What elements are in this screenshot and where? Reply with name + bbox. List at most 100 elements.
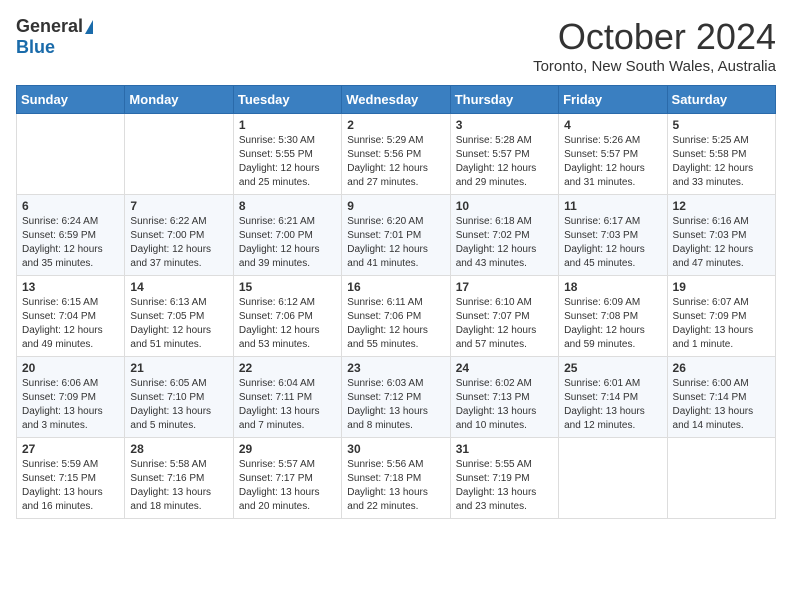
day-info: Sunrise: 6:04 AM Sunset: 7:11 PM Dayligh…	[239, 377, 336, 433]
day-number: 22	[239, 361, 336, 375]
day-info: Sunrise: 6:17 AM Sunset: 7:03 PM Dayligh…	[564, 215, 661, 271]
day-info: Sunrise: 6:03 AM Sunset: 7:12 PM Dayligh…	[347, 377, 444, 433]
day-info: Sunrise: 6:01 AM Sunset: 7:14 PM Dayligh…	[564, 377, 661, 433]
calendar-week-row: 20 Sunrise: 6:06 AM Sunset: 7:09 PM Dayli…	[17, 357, 776, 438]
day-info: Sunrise: 6:13 AM Sunset: 7:05 PM Dayligh…	[130, 296, 227, 352]
day-number: 14	[130, 280, 227, 294]
calendar-cell: 24 Sunrise: 6:02 AM Sunset: 7:13 PM Dayli…	[450, 357, 558, 438]
calendar-cell: 16 Sunrise: 6:11 AM Sunset: 7:06 PM Dayli…	[342, 276, 450, 357]
calendar-cell: 22 Sunrise: 6:04 AM Sunset: 7:11 PM Dayli…	[233, 357, 341, 438]
day-number: 4	[564, 118, 661, 132]
logo-general-text: General	[16, 16, 83, 37]
day-info: Sunrise: 5:59 AM Sunset: 7:15 PM Dayligh…	[22, 458, 119, 514]
day-info: Sunrise: 5:55 AM Sunset: 7:19 PM Dayligh…	[456, 458, 553, 514]
day-info: Sunrise: 6:02 AM Sunset: 7:13 PM Dayligh…	[456, 377, 553, 433]
day-info: Sunrise: 6:21 AM Sunset: 7:00 PM Dayligh…	[239, 215, 336, 271]
calendar-cell: 19 Sunrise: 6:07 AM Sunset: 7:09 PM Dayli…	[667, 276, 775, 357]
calendar-header-friday: Friday	[559, 86, 667, 114]
calendar-cell: 4 Sunrise: 5:26 AM Sunset: 5:57 PM Daylig…	[559, 114, 667, 195]
calendar-cell: 9Sunrise: 6:20 AM Sunset: 7:01 PM Daylig…	[342, 195, 450, 276]
day-info: Sunrise: 6:15 AM Sunset: 7:04 PM Dayligh…	[22, 296, 119, 352]
day-info: Sunrise: 6:16 AM Sunset: 7:03 PM Dayligh…	[673, 215, 770, 271]
calendar-cell: 30 Sunrise: 5:56 AM Sunset: 7:18 PM Dayli…	[342, 438, 450, 519]
day-number: 20	[22, 361, 119, 375]
day-info: Sunrise: 6:06 AM Sunset: 7:09 PM Dayligh…	[22, 377, 119, 433]
logo-triangle-icon	[85, 20, 93, 34]
day-number: 31	[456, 442, 553, 456]
day-info: Sunrise: 6:22 AM Sunset: 7:00 PM Dayligh…	[130, 215, 227, 271]
day-number: 3	[456, 118, 553, 132]
title-area: October 2024 Toronto, New South Wales, A…	[533, 16, 776, 75]
day-info: Sunrise: 5:28 AM Sunset: 5:57 PM Dayligh…	[456, 134, 553, 190]
day-number: 24	[456, 361, 553, 375]
calendar-cell: 28 Sunrise: 5:58 AM Sunset: 7:16 PM Dayli…	[125, 438, 233, 519]
day-number: 13	[22, 280, 119, 294]
day-number: 5	[673, 118, 770, 132]
title-location: Toronto, New South Wales, Australia	[533, 58, 776, 75]
day-info: Sunrise: 6:00 AM Sunset: 7:14 PM Dayligh…	[673, 377, 770, 433]
day-info: Sunrise: 6:05 AM Sunset: 7:10 PM Dayligh…	[130, 377, 227, 433]
calendar-header-thursday: Thursday	[450, 86, 558, 114]
day-number: 27	[22, 442, 119, 456]
calendar-cell: 29 Sunrise: 5:57 AM Sunset: 7:17 PM Dayli…	[233, 438, 341, 519]
day-number: 6	[22, 199, 119, 213]
day-number: 16	[347, 280, 444, 294]
calendar-cell	[125, 114, 233, 195]
calendar-table: SundayMondayTuesdayWednesdayThursdayFrid…	[16, 85, 776, 519]
day-number: 25	[564, 361, 661, 375]
day-number: 17	[456, 280, 553, 294]
calendar-cell: 20 Sunrise: 6:06 AM Sunset: 7:09 PM Dayli…	[17, 357, 125, 438]
day-info: Sunrise: 6:07 AM Sunset: 7:09 PM Dayligh…	[673, 296, 770, 352]
day-number: 10	[456, 199, 553, 213]
day-number: 28	[130, 442, 227, 456]
day-info: Sunrise: 6:11 AM Sunset: 7:06 PM Dayligh…	[347, 296, 444, 352]
calendar-cell	[559, 438, 667, 519]
day-info: Sunrise: 5:58 AM Sunset: 7:16 PM Dayligh…	[130, 458, 227, 514]
calendar-cell: 1 Sunrise: 5:30 AM Sunset: 5:55 PM Daylig…	[233, 114, 341, 195]
day-number: 29	[239, 442, 336, 456]
calendar-week-row: 6 Sunrise: 6:24 AM Sunset: 6:59 PM Daylig…	[17, 195, 776, 276]
day-number: 19	[673, 280, 770, 294]
calendar-cell: 17 Sunrise: 6:10 AM Sunset: 7:07 PM Dayli…	[450, 276, 558, 357]
logo-blue-text: Blue	[16, 37, 55, 58]
calendar-cell: 27 Sunrise: 5:59 AM Sunset: 7:15 PM Dayli…	[17, 438, 125, 519]
day-info: Sunrise: 6:10 AM Sunset: 7:07 PM Dayligh…	[456, 296, 553, 352]
day-number: 23	[347, 361, 444, 375]
calendar-cell	[17, 114, 125, 195]
day-info: Sunrise: 6:24 AM Sunset: 6:59 PM Dayligh…	[22, 215, 119, 271]
day-info: Sunrise: 5:57 AM Sunset: 7:17 PM Dayligh…	[239, 458, 336, 514]
day-number: 26	[673, 361, 770, 375]
calendar-cell	[667, 438, 775, 519]
calendar-cell: 14 Sunrise: 6:13 AM Sunset: 7:05 PM Dayli…	[125, 276, 233, 357]
calendar-header-wednesday: Wednesday	[342, 86, 450, 114]
title-month: October 2024	[533, 16, 776, 58]
calendar-cell: 18 Sunrise: 6:09 AM Sunset: 7:08 PM Dayli…	[559, 276, 667, 357]
day-info: Sunrise: 6:12 AM Sunset: 7:06 PM Dayligh…	[239, 296, 336, 352]
calendar-cell: 25 Sunrise: 6:01 AM Sunset: 7:14 PM Dayli…	[559, 357, 667, 438]
calendar-cell: 15Sunrise: 6:12 AM Sunset: 7:06 PM Dayli…	[233, 276, 341, 357]
calendar-cell: 13 Sunrise: 6:15 AM Sunset: 7:04 PM Dayli…	[17, 276, 125, 357]
day-info: Sunrise: 6:09 AM Sunset: 7:08 PM Dayligh…	[564, 296, 661, 352]
logo: General Blue	[16, 16, 93, 58]
day-info: Sunrise: 5:30 AM Sunset: 5:55 PM Dayligh…	[239, 134, 336, 190]
calendar-cell: 2Sunrise: 5:29 AM Sunset: 5:56 PM Daylig…	[342, 114, 450, 195]
day-number: 2	[347, 118, 444, 132]
calendar-cell: 7Sunrise: 6:22 AM Sunset: 7:00 PM Daylig…	[125, 195, 233, 276]
day-info: Sunrise: 5:56 AM Sunset: 7:18 PM Dayligh…	[347, 458, 444, 514]
calendar-week-row: 1 Sunrise: 5:30 AM Sunset: 5:55 PM Daylig…	[17, 114, 776, 195]
calendar-cell: 31 Sunrise: 5:55 AM Sunset: 7:19 PM Dayli…	[450, 438, 558, 519]
day-number: 1	[239, 118, 336, 132]
calendar-cell: 23 Sunrise: 6:03 AM Sunset: 7:12 PM Dayli…	[342, 357, 450, 438]
day-number: 18	[564, 280, 661, 294]
calendar-cell: 6 Sunrise: 6:24 AM Sunset: 6:59 PM Daylig…	[17, 195, 125, 276]
day-info: Sunrise: 6:18 AM Sunset: 7:02 PM Dayligh…	[456, 215, 553, 271]
day-info: Sunrise: 5:26 AM Sunset: 5:57 PM Dayligh…	[564, 134, 661, 190]
calendar-cell: 10 Sunrise: 6:18 AM Sunset: 7:02 PM Dayli…	[450, 195, 558, 276]
day-number: 30	[347, 442, 444, 456]
day-number: 9	[347, 199, 444, 213]
calendar-cell: 12Sunrise: 6:16 AM Sunset: 7:03 PM Dayli…	[667, 195, 775, 276]
day-number: 8	[239, 199, 336, 213]
calendar-cell: 11Sunrise: 6:17 AM Sunset: 7:03 PM Dayli…	[559, 195, 667, 276]
calendar-week-row: 13 Sunrise: 6:15 AM Sunset: 7:04 PM Dayli…	[17, 276, 776, 357]
day-number: 21	[130, 361, 227, 375]
